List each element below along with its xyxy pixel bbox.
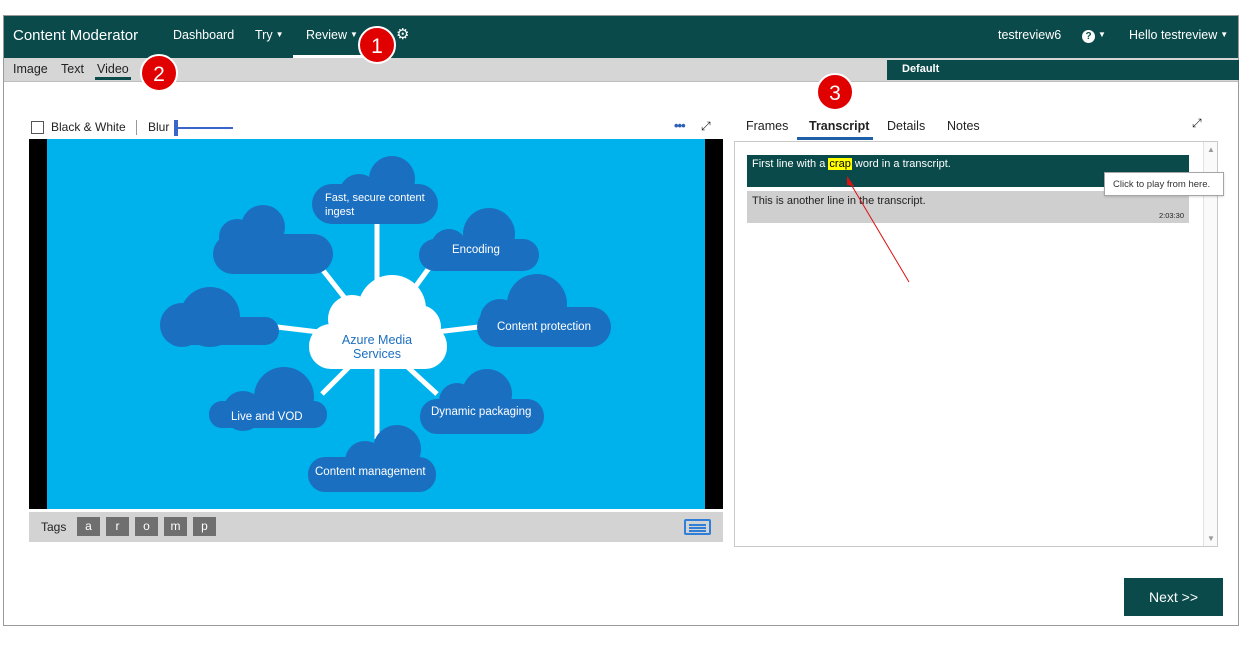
annotation-marker: 2	[140, 54, 178, 92]
app-frame: Content Moderator Dashboard Try ▼ Review ▼…	[3, 15, 1239, 626]
annotation-marker: 1	[358, 26, 396, 64]
next-button[interactable]: Next >>	[1124, 578, 1223, 616]
annotation-arrow	[847, 176, 910, 283]
annotation-marker: 3	[816, 73, 854, 111]
